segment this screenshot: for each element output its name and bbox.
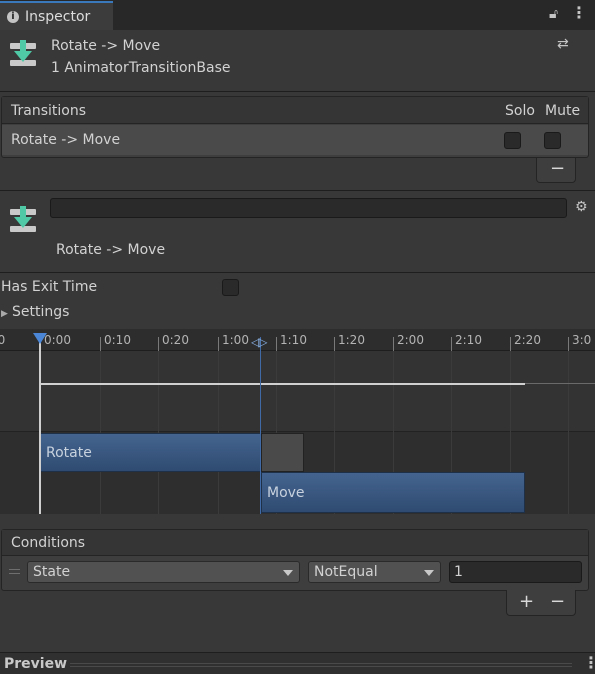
timeline-ruler[interactable]: :10 0:00 0:10 0:20 1:00 1:10 1:20 2:00 2:10 2:20 3… — [0, 329, 595, 351]
settings-foldout[interactable]: Settings — [12, 304, 69, 320]
mode-dropdown-value: NotEqual — [314, 564, 378, 580]
drag-handle-icon[interactable] — [9, 569, 20, 574]
ruler-tick-label: 0:10 — [104, 333, 131, 347]
ruler-tick — [393, 337, 394, 351]
has-exit-time-label: Has Exit Time — [1, 279, 98, 295]
chevron-down-icon — [283, 570, 293, 576]
divider — [0, 91, 595, 92]
ruler-tick-label: 2:20 — [514, 333, 541, 347]
foldout-arrow-icon[interactable]: ▶ — [1, 306, 8, 322]
kebab-menu-icon[interactable]: ⋮ — [571, 5, 587, 21]
timeline-grid-line — [568, 351, 569, 514]
solo-column-label: Solo — [505, 103, 535, 119]
conditions-footer: + − — [506, 590, 576, 616]
remove-condition-button[interactable]: − — [550, 591, 565, 612]
animator-transition-icon — [9, 40, 37, 72]
conditions-list: Conditions State NotEqual 1 — [1, 529, 589, 591]
tab-inspector-label: Inspector — [25, 9, 91, 25]
lock-icon[interactable]: 🔓︎ — [549, 6, 558, 22]
list-item[interactable]: Rotate -> Move — [2, 125, 588, 155]
conditions-header-label: Conditions — [11, 535, 86, 551]
destination-state-bar[interactable]: Move — [261, 472, 525, 513]
transitions-footer: − — [536, 158, 576, 183]
timeline-curve-area — [0, 351, 595, 431]
resize-grip[interactable] — [70, 663, 572, 667]
playhead-marker-icon[interactable] — [33, 333, 47, 344]
ruler-tick — [158, 337, 159, 351]
source-state-label: Rotate — [46, 445, 92, 461]
chevron-down-icon — [424, 570, 434, 576]
condition-value-text: 1 — [454, 564, 463, 580]
transitions-list-header: Transitions Solo Mute — [2, 97, 588, 124]
conditions-list-header: Conditions — [2, 530, 588, 556]
ruler-tick-label: 1:00 — [222, 333, 249, 347]
divider — [0, 272, 595, 273]
transition-curve-extension — [525, 383, 595, 384]
info-icon: i — [7, 11, 19, 23]
ruler-tick-label: :10 — [0, 333, 6, 347]
ruler-tick — [510, 337, 511, 351]
ruler-tick — [334, 337, 335, 351]
transitions-list: Transitions Solo Mute Rotate -> Move — [1, 96, 589, 158]
has-exit-time-checkbox[interactable] — [222, 279, 239, 296]
mute-column-label: Mute — [545, 103, 581, 119]
ruler-tick — [568, 337, 569, 351]
transition-label: Rotate -> Move — [56, 242, 166, 258]
parameter-dropdown-value: State — [33, 564, 71, 580]
tab-bar: i Inspector 🔓︎ ⋮ — [0, 0, 595, 30]
transition-name-field[interactable] — [50, 198, 567, 218]
mute-checkbox[interactable] — [544, 132, 561, 149]
ruler-tick-label: 0:20 — [162, 333, 189, 347]
ruler-tick-label: 3:0 — [572, 333, 592, 347]
transition-end-line — [260, 337, 261, 514]
parameter-dropdown[interactable]: State — [27, 561, 300, 583]
tab-inspector[interactable]: i Inspector — [0, 1, 113, 30]
source-state-bar[interactable]: Rotate — [40, 433, 261, 472]
ruler-tick-label: 1:20 — [338, 333, 365, 347]
transitions-header-label: Transitions — [11, 103, 86, 119]
source-state-tail — [261, 433, 304, 472]
animator-transition-icon — [9, 206, 37, 238]
condition-value-field[interactable]: 1 — [449, 561, 582, 583]
preset-sliders-icon[interactable]: ⇄ — [557, 36, 569, 52]
gear-icon[interactable]: ⚙ — [575, 199, 588, 215]
transition-timeline[interactable]: :10 0:00 0:10 0:20 1:00 1:10 1:20 2:00 2:10 2:20 3… — [0, 329, 595, 514]
transition-curve — [40, 383, 525, 385]
solo-checkbox[interactable] — [504, 132, 521, 149]
transition-row-label: Rotate -> Move — [11, 132, 121, 148]
remove-transition-button[interactable]: − — [550, 158, 565, 179]
ruler-tick — [100, 337, 101, 351]
transition-handle-icon[interactable]: ◁▷ — [251, 334, 268, 350]
header-subtitle: 1 AnimatorTransitionBase — [51, 60, 231, 76]
ruler-tick-label: 0:00 — [44, 333, 71, 347]
destination-state-label: Move — [267, 485, 305, 501]
playhead-line — [39, 337, 41, 514]
ruler-tick — [276, 337, 277, 351]
add-condition-button[interactable]: + — [519, 591, 534, 612]
divider — [0, 190, 595, 191]
ruler-tick-label: 2:00 — [397, 333, 424, 347]
mode-dropdown[interactable]: NotEqual — [308, 561, 441, 583]
ruler-tick-label: 2:10 — [455, 333, 482, 347]
header-title: Rotate -> Move — [51, 38, 161, 54]
preview-label: Preview — [4, 656, 68, 672]
ruler-tick-label: 1:10 — [280, 333, 307, 347]
ruler-tick — [218, 337, 219, 351]
ruler-tick — [451, 337, 452, 351]
kebab-menu-icon[interactable]: ⋮ — [583, 655, 595, 671]
preview-bar[interactable]: Preview ⋮ — [0, 652, 595, 674]
